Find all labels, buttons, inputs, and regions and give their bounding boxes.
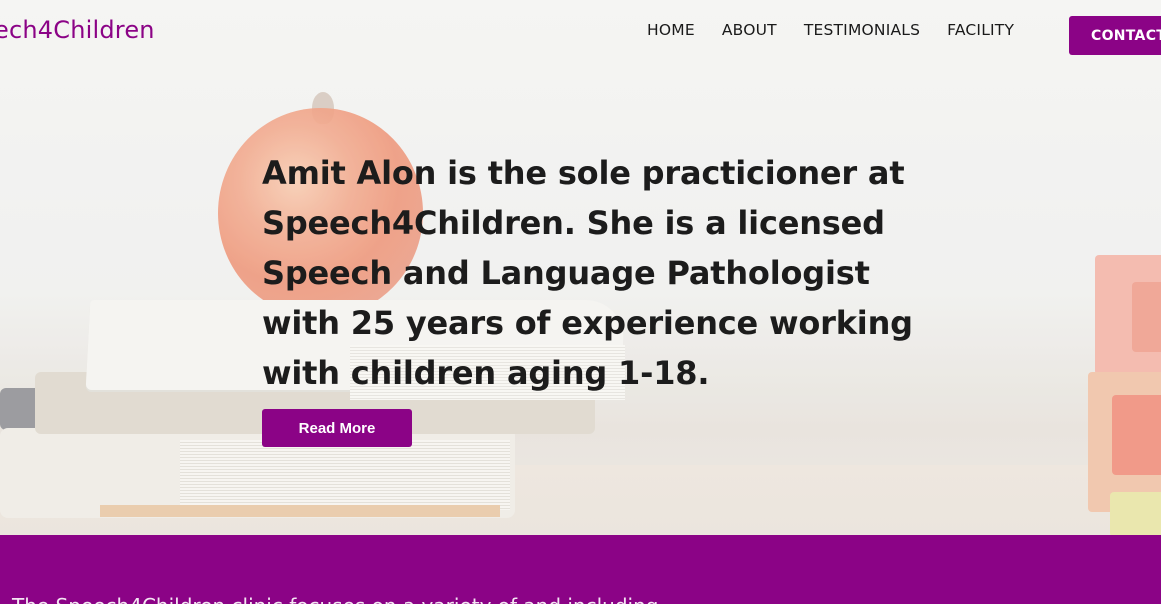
nav-about[interactable]: ABOUT (722, 21, 777, 39)
main-nav: HOME ABOUT TESTIMONIALS FACILITY (647, 21, 1041, 39)
hero-section: Amit Alon is the sole practicioner at Sp… (0, 0, 1161, 535)
read-more-button[interactable]: Read More (262, 409, 412, 447)
intro-text: The Speech4Children clinic focuses on a … (12, 594, 665, 604)
nav-testimonials[interactable]: TESTIMONIALS (804, 21, 920, 39)
intro-band: The Speech4Children clinic focuses on a … (0, 535, 1161, 604)
hero-headline: Amit Alon is the sole practicioner at Sp… (262, 154, 913, 392)
nav-home[interactable]: HOME (647, 21, 695, 39)
site-logo[interactable]: ech4Children (0, 16, 155, 44)
nav-facility[interactable]: FACILITY (947, 21, 1014, 39)
contact-button[interactable]: CONTACT (1069, 16, 1161, 55)
